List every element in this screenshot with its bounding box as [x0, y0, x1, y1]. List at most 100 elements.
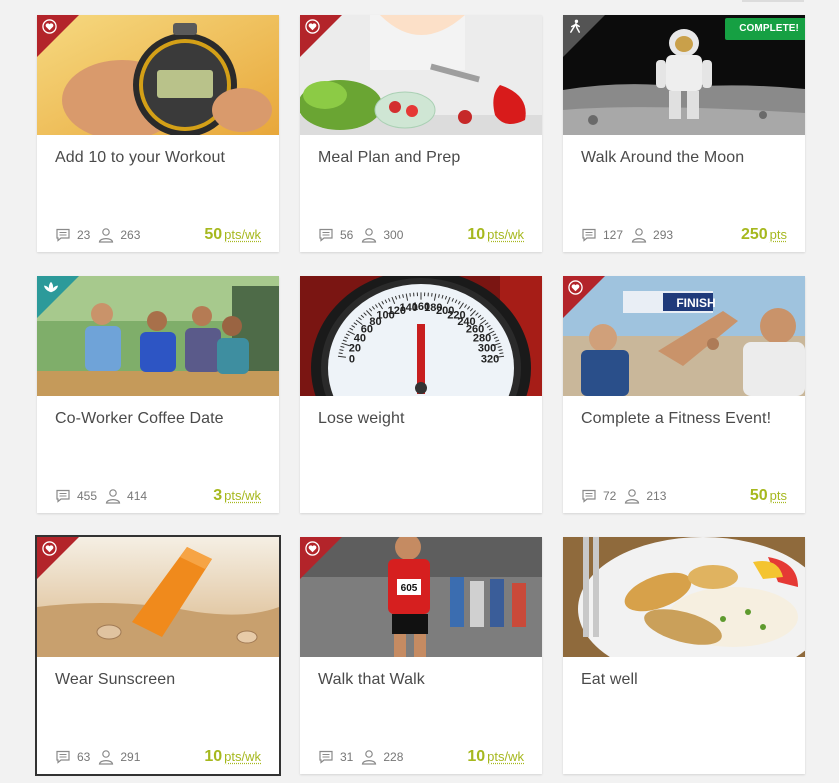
participants-stat: 293: [631, 227, 673, 243]
heart-icon: [305, 541, 320, 556]
heart-icon: [42, 541, 57, 556]
card-footer: 455 414 3 pts/wk: [55, 487, 261, 504]
heart-icon: [568, 280, 583, 295]
participants-count: 263: [120, 228, 141, 242]
points-unit: pts/wk: [224, 227, 261, 242]
challenge-card[interactable]: FINISH Complete a Fitness Event! 72 213 …: [563, 276, 805, 513]
participants-count: 414: [127, 489, 148, 503]
card-title[interactable]: Walk Around the Moon: [581, 149, 744, 167]
comments-count: 56: [340, 228, 354, 242]
person-icon: [625, 489, 640, 504]
lotus-icon: [43, 281, 59, 293]
comments-count: 63: [77, 750, 91, 764]
comments-stat: 23: [55, 227, 90, 243]
scale-tick: [431, 293, 433, 297]
card-footer: 127 293 250 pts: [581, 226, 787, 243]
card-title[interactable]: Lose weight: [318, 410, 405, 428]
points-value: 10 pts/wk: [467, 226, 524, 243]
challenge-card[interactable]: Co-Worker Coffee Date 455 414 3 pts/wk: [37, 276, 279, 513]
comments-count: 455: [77, 489, 98, 503]
participants-stat: 300: [361, 227, 403, 243]
points-unit: pts/wk: [224, 749, 261, 764]
comments-stat: 455: [55, 488, 97, 504]
challenge-card[interactable]: 0 20 40 60 80 100 120 140 160 180 200 220 240 260 280 3…: [300, 276, 542, 513]
card-footer: 31 228 10 pts/wk: [318, 748, 524, 765]
person-icon: [362, 228, 377, 243]
top-bar-edge: [742, 0, 804, 2]
comments-count: 31: [340, 750, 354, 764]
points-unit: pts: [769, 227, 787, 242]
person-icon: [99, 750, 114, 765]
challenge-grid: Add 10 to your Workout 23 263 50pts/wk: [35, 15, 805, 776]
participants-stat: 414: [105, 488, 147, 504]
person-icon: [631, 228, 647, 243]
points-unit: pts: [769, 488, 787, 503]
participants-stat: 228: [361, 749, 403, 765]
participants-count: 213: [646, 489, 667, 503]
points-unit: pts/wk: [487, 227, 524, 242]
points-value: 3 pts/wk: [213, 487, 261, 504]
points-unit: pts/wk: [224, 488, 261, 503]
scale-dial-number: 320: [481, 353, 499, 365]
comments-stat: 56: [318, 227, 353, 243]
walker-icon: [570, 19, 580, 33]
finish-banner: FINISH: [676, 296, 715, 310]
card-title[interactable]: Add 10 to your Workout: [55, 149, 225, 167]
card-image-stopwatch: [37, 15, 279, 135]
participants-count: 228: [383, 750, 404, 764]
points-unit: pts/wk: [487, 749, 524, 764]
participants-count: 300: [383, 228, 404, 242]
points-value: 50 pts/wk: [204, 226, 261, 243]
card-title[interactable]: Wear Sunscreen: [55, 671, 175, 689]
challenge-card[interactable]: Eat well: [563, 537, 805, 774]
comment-icon: [56, 750, 70, 764]
challenge-card[interactable]: Add 10 to your Workout 23 263 50 pts/wk: [37, 15, 279, 252]
card-footer: 23 263 50 pts/wk: [55, 226, 261, 243]
points-value: 10 pts/wk: [204, 748, 261, 765]
heart-icon: [305, 19, 320, 34]
card-title[interactable]: Co-Worker Coffee Date: [55, 410, 224, 428]
participants-count: 293: [653, 228, 674, 242]
card-title[interactable]: Eat well: [581, 671, 638, 689]
card-image-coworkers: [37, 276, 279, 396]
points-value: 50 pts: [749, 487, 787, 504]
scale-tick: [338, 352, 343, 355]
comments-count: 23: [77, 228, 91, 242]
points-value: 10 pts/wk: [467, 748, 524, 765]
scale-tick: [409, 293, 411, 297]
comments-count: 72: [603, 489, 617, 503]
comments-stat: 63: [55, 749, 90, 765]
card-image-finish-line: FINISH: [563, 276, 805, 396]
comment-icon: [56, 228, 70, 242]
comment-icon: [582, 489, 596, 503]
card-footer: 72 213 50 pts: [581, 487, 787, 504]
card-image-sunscreen: [37, 537, 279, 657]
card-title[interactable]: Complete a Fitness Event!: [581, 410, 771, 428]
card-image-scale: 0 20 40 60 80 100 120 140 160 180 200 220 240 260 280 3…: [300, 276, 542, 396]
scale-tick: [499, 352, 504, 355]
challenge-card[interactable]: 605 Walk that Walk 31 228 10 pts/wk: [300, 537, 542, 774]
challenge-card[interactable]: Meal Plan and Prep 56 300 10 pts/wk: [300, 15, 542, 252]
card-title[interactable]: Walk that Walk: [318, 671, 425, 689]
points-value: 250 pts: [740, 226, 787, 243]
card-footer: 63 291 10 pts/wk: [55, 748, 261, 765]
person-icon: [99, 228, 114, 243]
card-image-runners: 605: [300, 537, 542, 657]
participants-count: 291: [120, 750, 141, 764]
person-icon: [105, 489, 121, 504]
participants-stat: 291: [98, 749, 140, 765]
card-image-chicken-rice: [563, 537, 805, 657]
comments-stat: 127: [581, 227, 623, 243]
card-image-vegetables: [300, 15, 542, 135]
challenge-card[interactable]: Wear Sunscreen 63 291 10 pts/wk: [35, 535, 281, 776]
participants-stat: 263: [98, 227, 140, 243]
card-title[interactable]: Meal Plan and Prep: [318, 149, 460, 167]
challenge-card[interactable]: COMPLETE! Walk Around the Moon 127 293 2…: [563, 15, 805, 252]
heart-icon: [42, 19, 57, 34]
race-bib: 605: [401, 583, 418, 594]
card-image-astronaut: COMPLETE!: [563, 15, 805, 135]
comment-icon: [319, 750, 333, 764]
participants-stat: 213: [624, 488, 666, 504]
comment-icon: [56, 489, 70, 503]
complete-badge: COMPLETE!: [725, 18, 805, 40]
